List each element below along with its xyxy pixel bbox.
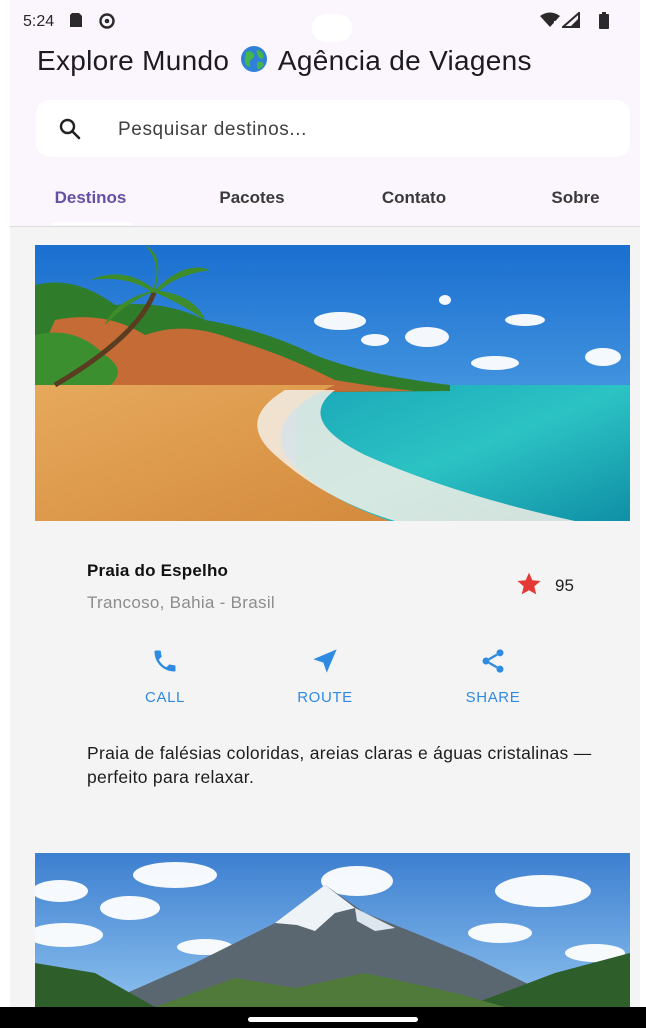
search-bar[interactable] [36, 100, 630, 157]
call-label: CALL [145, 689, 185, 706]
status-bar: 5:24 [10, 0, 640, 42]
search-icon[interactable] [58, 117, 82, 146]
destination-list[interactable]: Praia do Espelho Trancoso, Bahia - Brasi… [10, 227, 640, 1007]
signal-icon [560, 10, 580, 33]
route-label: ROUTE [297, 689, 353, 706]
navigation-icon [313, 649, 337, 673]
app-bar: 5:24 Explore Mundo Agência de Viagens Pe… [10, 0, 640, 227]
tab-indicator [52, 222, 132, 225]
app-title: Explore Mundo Agência de Viagens [37, 45, 532, 80]
sd-card-icon [68, 12, 84, 33]
phone-screen: 5:24 Explore Mundo Agência de Viagens Pe… [10, 0, 640, 1028]
tab-sobre[interactable]: Sobre [513, 178, 638, 222]
destination-title: Praia do Espelho [87, 561, 229, 580]
search-input[interactable] [116, 116, 600, 144]
camera-cutout [312, 14, 352, 42]
tab-bar: Destinos Pacotes Contato Sobre [10, 178, 640, 226]
tab-contato[interactable]: Contato [348, 178, 480, 222]
route-button[interactable]: ROUTE [270, 647, 380, 707]
tab-destinos[interactable]: Destinos [28, 178, 153, 222]
home-gesture-handle[interactable] [248, 1017, 418, 1022]
star-icon [515, 571, 543, 602]
share-label: SHARE [465, 689, 521, 706]
call-button[interactable]: CALL [110, 647, 220, 707]
share-icon [482, 649, 504, 673]
status-time: 5:24 [23, 13, 55, 30]
sync-icon [98, 12, 116, 35]
wifi-icon [540, 12, 560, 33]
battery-icon [598, 12, 610, 34]
rating-value: 95 [555, 576, 574, 595]
destination-description: Praia de falésias coloridas, areias clar… [87, 743, 592, 787]
app-subtitle-text: Agência de Viagens [277, 45, 532, 76]
destination-location: Trancoso, Bahia - Brasil [87, 593, 275, 612]
app-title-text: Explore Mundo [37, 45, 230, 76]
share-button[interactable]: SHARE [438, 647, 548, 707]
beach-photo [35, 245, 630, 521]
mountain-photo [35, 853, 630, 1007]
navigation-bar [0, 1007, 646, 1028]
globe-icon [240, 45, 268, 80]
tab-pacotes[interactable]: Pacotes [186, 178, 318, 222]
phone-icon [154, 650, 176, 672]
